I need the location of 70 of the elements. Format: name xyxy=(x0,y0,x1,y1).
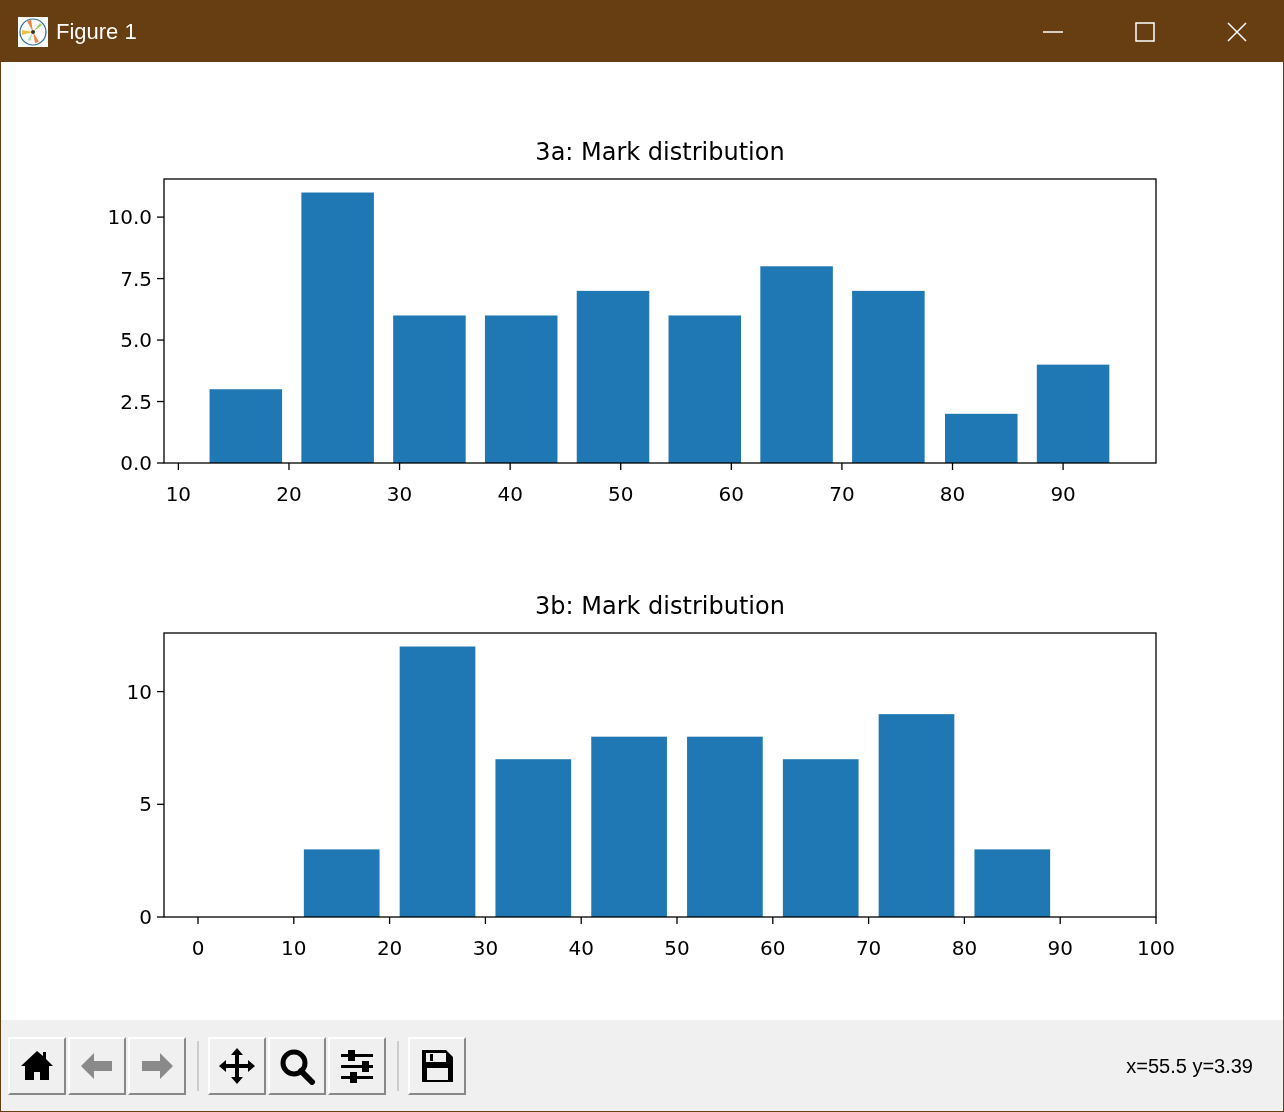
maximize-icon xyxy=(1135,21,1155,42)
tick-mark xyxy=(951,462,954,471)
window-title: Figure 1 xyxy=(56,18,137,46)
tick-label: 5.0 xyxy=(120,328,152,353)
chart-title: 3a: Mark distribution xyxy=(535,138,785,166)
tick-label: 0 xyxy=(191,936,205,960)
tick-mark xyxy=(388,916,391,925)
tick-mark xyxy=(156,216,165,218)
home-button[interactable] xyxy=(8,1036,66,1095)
tick-mark xyxy=(772,916,774,925)
tick-label: 70 xyxy=(829,482,855,506)
tick-label: 80 xyxy=(951,936,978,960)
tick-mark xyxy=(156,462,165,464)
tick-mark xyxy=(841,462,843,471)
tick-mark xyxy=(580,916,582,925)
tick-mark xyxy=(156,277,165,280)
tick-mark xyxy=(1155,916,1157,925)
tick-mark xyxy=(156,803,165,805)
move-arrows-icon xyxy=(218,1046,256,1085)
tick-label: 20 xyxy=(376,936,403,960)
tick-label: 90 xyxy=(1050,482,1076,506)
tick-mark xyxy=(1059,916,1061,925)
tick-mark xyxy=(398,462,401,471)
tick-label: 0.0 xyxy=(120,451,152,475)
zoom-button[interactable] xyxy=(268,1036,326,1095)
tick-label: 70 xyxy=(855,936,882,960)
app-icon xyxy=(18,16,48,47)
tick-label: 10 xyxy=(165,482,192,506)
tick-label: 80 xyxy=(939,482,966,506)
tick-label: 40 xyxy=(497,482,523,506)
tick-label: 40 xyxy=(568,936,594,960)
configure-button[interactable] xyxy=(328,1036,386,1095)
tick-label: 90 xyxy=(1047,936,1073,960)
tick-mark xyxy=(156,339,165,341)
tick-mark xyxy=(293,916,295,925)
tick-label: 30 xyxy=(472,936,499,960)
tick-mark xyxy=(177,462,180,471)
tick-mark xyxy=(509,462,511,471)
tick-mark xyxy=(288,462,290,471)
tick-label: 7.5 xyxy=(120,266,152,291)
close-icon xyxy=(1227,21,1247,42)
tick-label: 10.0 xyxy=(107,205,152,230)
tick-mark xyxy=(730,462,732,471)
tick-mark xyxy=(867,916,870,925)
chart-title: 3b: Mark distribution xyxy=(535,592,785,620)
tick-label: 20 xyxy=(276,482,302,506)
tick-label: 60 xyxy=(760,936,786,960)
tick-mark xyxy=(1062,462,1064,471)
cursor-coordinates: x=55.5 y=3.39 xyxy=(1126,1053,1253,1079)
tick-label: 5 xyxy=(139,792,152,817)
tick-label: 10 xyxy=(281,936,307,960)
minimize-icon xyxy=(1043,30,1063,33)
tick-label: 30 xyxy=(386,482,413,506)
tick-mark xyxy=(197,916,199,925)
tick-label: 50 xyxy=(664,936,690,960)
tick-mark xyxy=(676,916,678,925)
tick-label: 60 xyxy=(718,482,745,506)
tick-mark xyxy=(156,916,165,918)
tick-mark xyxy=(963,916,966,925)
tick-mark xyxy=(156,400,165,403)
tick-mark xyxy=(620,462,622,471)
tick-mark xyxy=(156,690,165,693)
tick-label: 50 xyxy=(608,482,634,506)
pan-button[interactable] xyxy=(208,1036,266,1095)
tick-label: 10 xyxy=(126,679,152,704)
tick-label: 100 xyxy=(1136,936,1176,960)
save-button[interactable] xyxy=(408,1036,466,1095)
tick-label: 2.5 xyxy=(120,389,152,414)
tick-mark xyxy=(484,916,487,925)
tick-label: 0 xyxy=(139,905,152,929)
